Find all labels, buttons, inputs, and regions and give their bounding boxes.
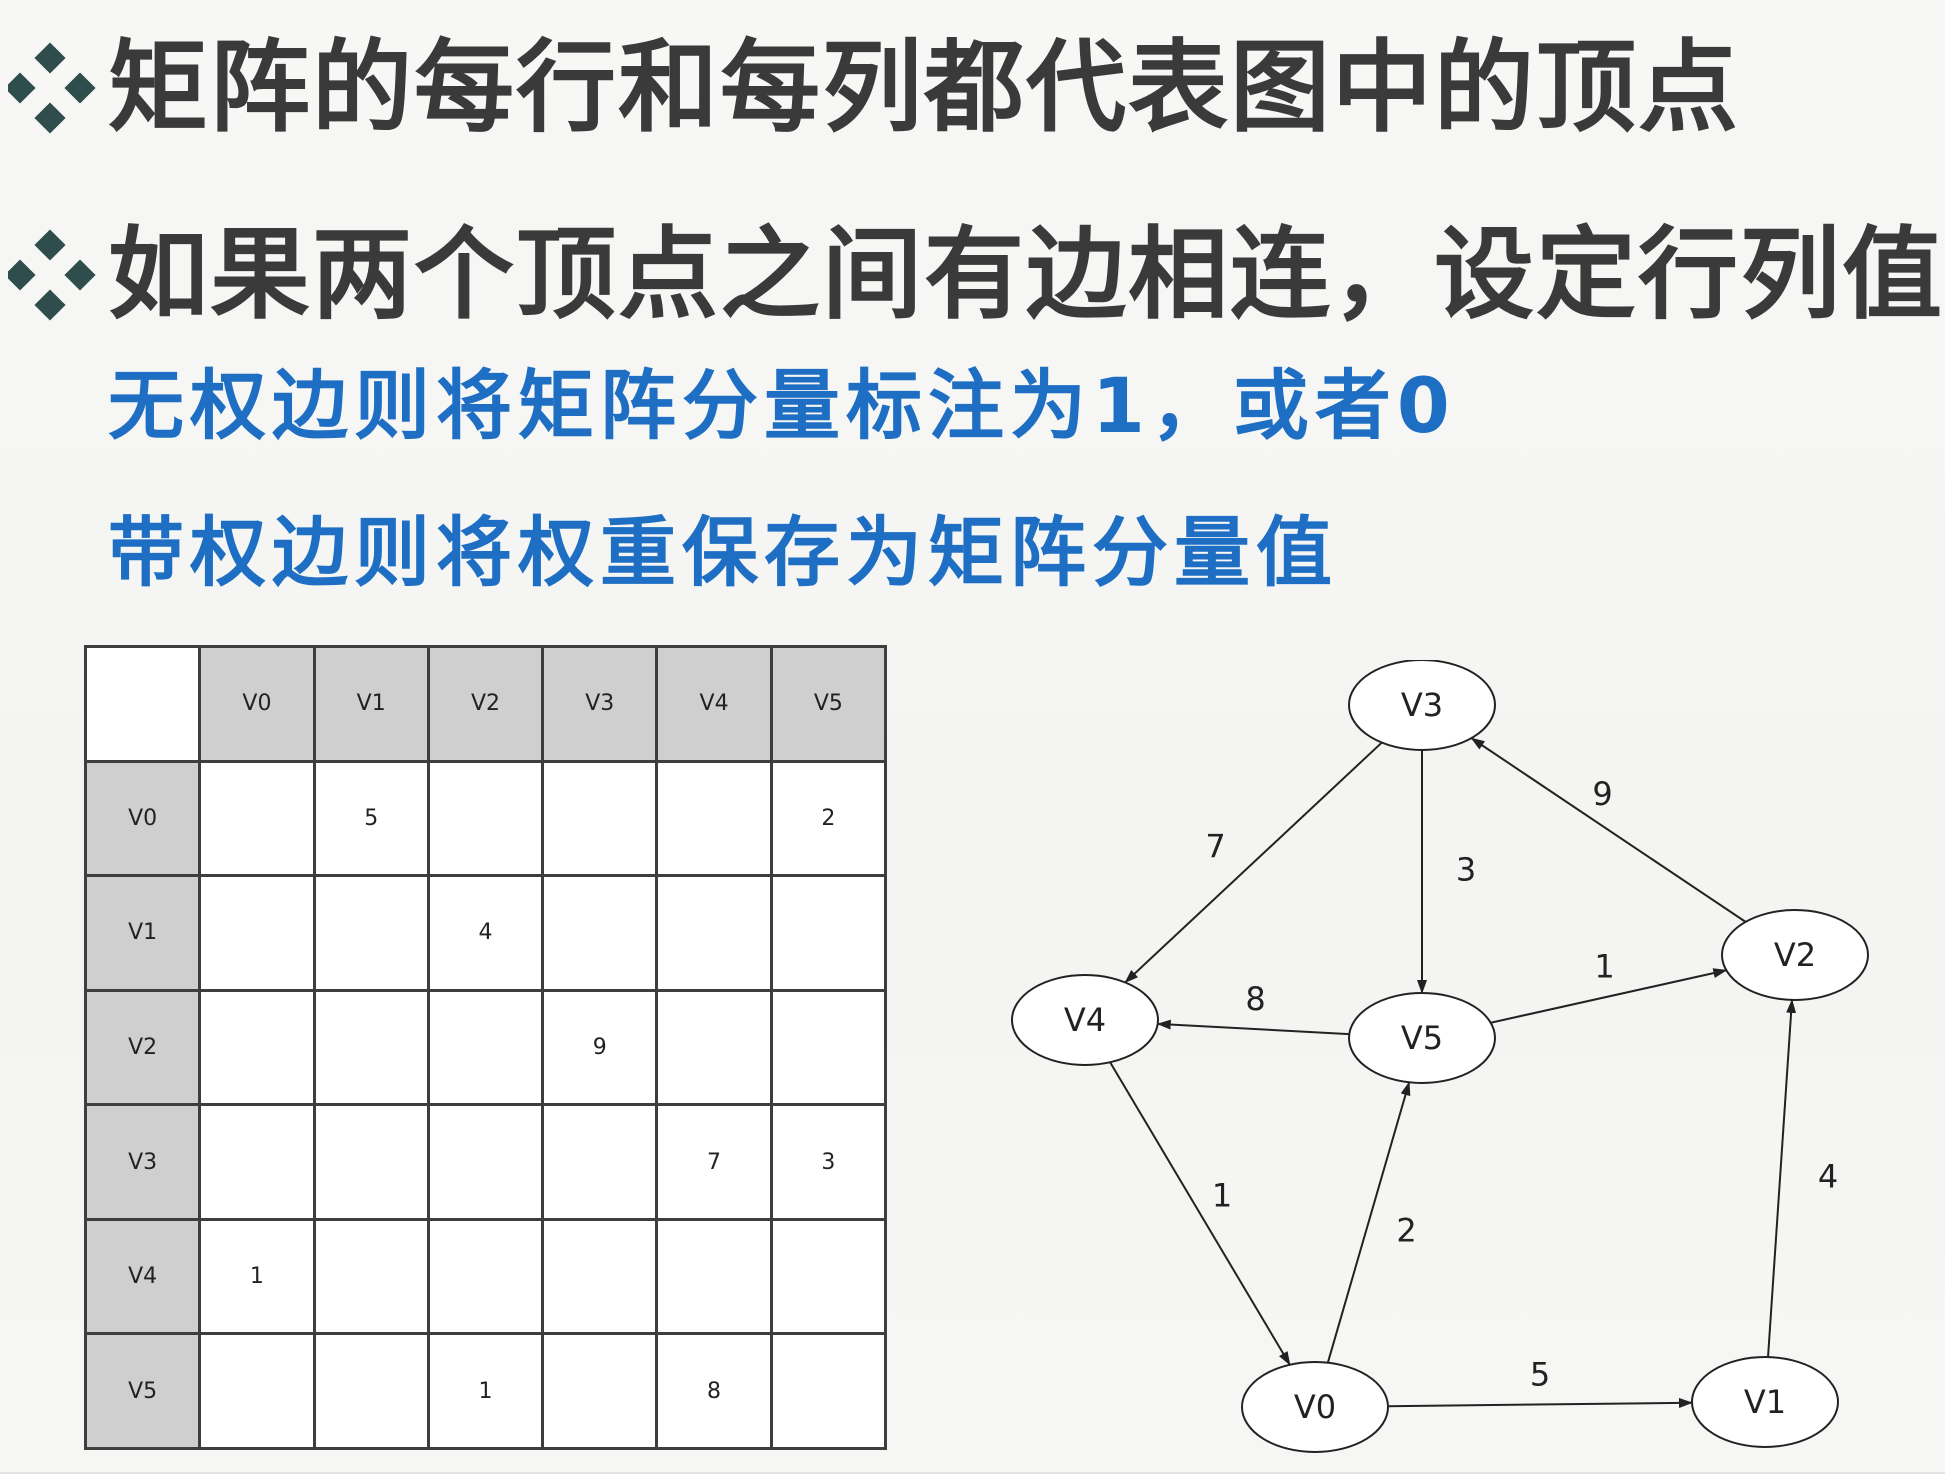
- graph-edge-v0-v1: [1387, 1397, 1694, 1408]
- matrix-cell: [426, 1103, 545, 1221]
- graph-edge-v1-v2: [1767, 998, 1797, 1358]
- matrix-cell: [312, 988, 430, 1107]
- matrix-col-header: V5: [769, 645, 888, 763]
- matrix-cell: 2: [769, 759, 888, 878]
- graph-node-label: V0: [1294, 1388, 1336, 1426]
- matrix-row: V0 5 2: [83, 759, 888, 878]
- diamond-bullet-icon: [8, 42, 96, 134]
- edge-weight-label: 4: [1818, 1158, 1838, 1196]
- matrix-cell: [198, 874, 316, 992]
- matrix-cell: [655, 759, 773, 878]
- matrix-cell: [312, 1103, 430, 1221]
- graph-edge-v4-v0: [1109, 1061, 1291, 1366]
- matrix-cell: 9: [541, 988, 659, 1107]
- matrix-cell: 4: [426, 874, 545, 992]
- graph-node-label: V3: [1401, 686, 1443, 724]
- edge-weight-label: 5: [1530, 1356, 1550, 1394]
- matrix-cell: [655, 874, 773, 992]
- edge-weight-label: 3: [1456, 851, 1476, 889]
- matrix-row: V4 1: [83, 1217, 888, 1336]
- bullet-1: 矩阵的每行和每列都代表图中的顶点: [8, 28, 1740, 148]
- graph-edge-v2-v3: [1470, 737, 1747, 923]
- matrix-cell: [541, 1103, 659, 1221]
- edge-weight-label: 7: [1205, 828, 1225, 866]
- graph-node-v2: V2: [1721, 909, 1869, 1001]
- edge-weight-label: 9: [1592, 775, 1612, 813]
- matrix-cell: [655, 1217, 773, 1336]
- matrix-corner-cell: [83, 645, 202, 763]
- directed-graph: 5 2 4 9 7 3 1 1 8 V0 V1 V2 V3 V4 V5: [1011, 660, 1869, 1453]
- matrix-cell: [426, 988, 545, 1107]
- graph-edge-v3-v4: [1124, 741, 1383, 984]
- matrix-cell: 1: [198, 1217, 316, 1336]
- subpoint-weighted: 带权边则将权重保存为矩阵分量值: [108, 508, 1338, 597]
- graph-node-v3: V3: [1348, 660, 1496, 751]
- matrix-col-header: V1: [312, 645, 430, 763]
- matrix-row-header: V4: [83, 1217, 202, 1336]
- graph-edge-v5-v4: [1156, 1019, 1350, 1036]
- graph-node-label: V5: [1401, 1019, 1443, 1057]
- graph-node-label: V2: [1774, 936, 1816, 974]
- matrix-row-header: V0: [83, 759, 202, 878]
- matrix-cell: [541, 759, 659, 878]
- matrix-cell: [541, 1217, 659, 1336]
- edge-weight-label: 1: [1212, 1177, 1232, 1215]
- edge-weight-label: 2: [1396, 1212, 1416, 1250]
- matrix-cell: [198, 988, 316, 1107]
- matrix-cell: [198, 1103, 316, 1221]
- graph-node-v4: V4: [1011, 974, 1159, 1066]
- matrix-cell: [312, 1332, 430, 1450]
- matrix-cell: [198, 759, 316, 878]
- graph-node-v0: V0: [1241, 1361, 1389, 1453]
- matrix-cell: [769, 1217, 888, 1336]
- matrix-cell: [541, 874, 659, 992]
- matrix-cell: 3: [769, 1103, 888, 1221]
- matrix-cell: [655, 988, 773, 1107]
- subpoint-unweighted: 无权边则将矩阵分量标注为1，或者0: [108, 361, 1456, 450]
- matrix-row: V1 4: [83, 874, 888, 992]
- graph-node-label: V4: [1064, 1001, 1106, 1039]
- edge-weight-label: 8: [1245, 980, 1265, 1018]
- matrix-cell: [312, 874, 430, 992]
- bullet-text-2: 如果两个顶点之间有边相连，设定行列值: [108, 216, 1944, 333]
- matrix-cell: [769, 988, 888, 1107]
- matrix-row: V5 1 8: [83, 1332, 888, 1450]
- matrix-cell: [426, 1217, 545, 1336]
- matrix-row: V2 9: [83, 988, 888, 1107]
- matrix-row-header: V3: [83, 1103, 202, 1221]
- matrix-row: V3 7 3: [83, 1103, 888, 1221]
- slide: 矩阵的每行和每列都代表图中的顶点 如果两个顶点之间有边相连，设定行列值 无权边则…: [0, 0, 1945, 1474]
- matrix-cell: 8: [655, 1332, 773, 1450]
- matrix-row-header: V5: [83, 1332, 202, 1450]
- bullet-text-1: 矩阵的每行和每列都代表图中的顶点: [108, 29, 1740, 146]
- matrix-cell: 5: [312, 759, 430, 878]
- matrix-row-header: V1: [83, 874, 202, 992]
- matrix-cell: [312, 1217, 430, 1336]
- bullet-2: 如果两个顶点之间有边相连，设定行列值: [8, 215, 1944, 335]
- matrix-col-header: V3: [541, 645, 659, 763]
- matrix-col-header: V4: [655, 645, 773, 763]
- graph-node-label: V1: [1744, 1383, 1786, 1421]
- matrix-col-header: V0: [198, 645, 316, 763]
- adjacency-matrix: V0 V1 V2 V3 V4 V5 V0 5 2 V1 4 V2 9 V3 7 …: [83, 645, 888, 1450]
- matrix-cell: 7: [655, 1103, 773, 1221]
- graph-node-v5: V5: [1348, 992, 1496, 1084]
- matrix-cell: [541, 1332, 659, 1450]
- matrix-cell: [769, 1332, 888, 1450]
- diamond-bullet-icon: [8, 229, 96, 321]
- matrix-col-header: V2: [426, 645, 545, 763]
- graph-node-v1: V1: [1691, 1356, 1839, 1448]
- matrix-cell: [426, 759, 545, 878]
- matrix-cell: [198, 1332, 316, 1450]
- matrix-header-row: V0 V1 V2 V3 V4 V5: [83, 645, 888, 763]
- matrix-row-header: V2: [83, 988, 202, 1107]
- matrix-cell: 1: [426, 1332, 545, 1450]
- matrix-cell: [769, 874, 888, 992]
- edge-weight-label: 1: [1594, 948, 1614, 986]
